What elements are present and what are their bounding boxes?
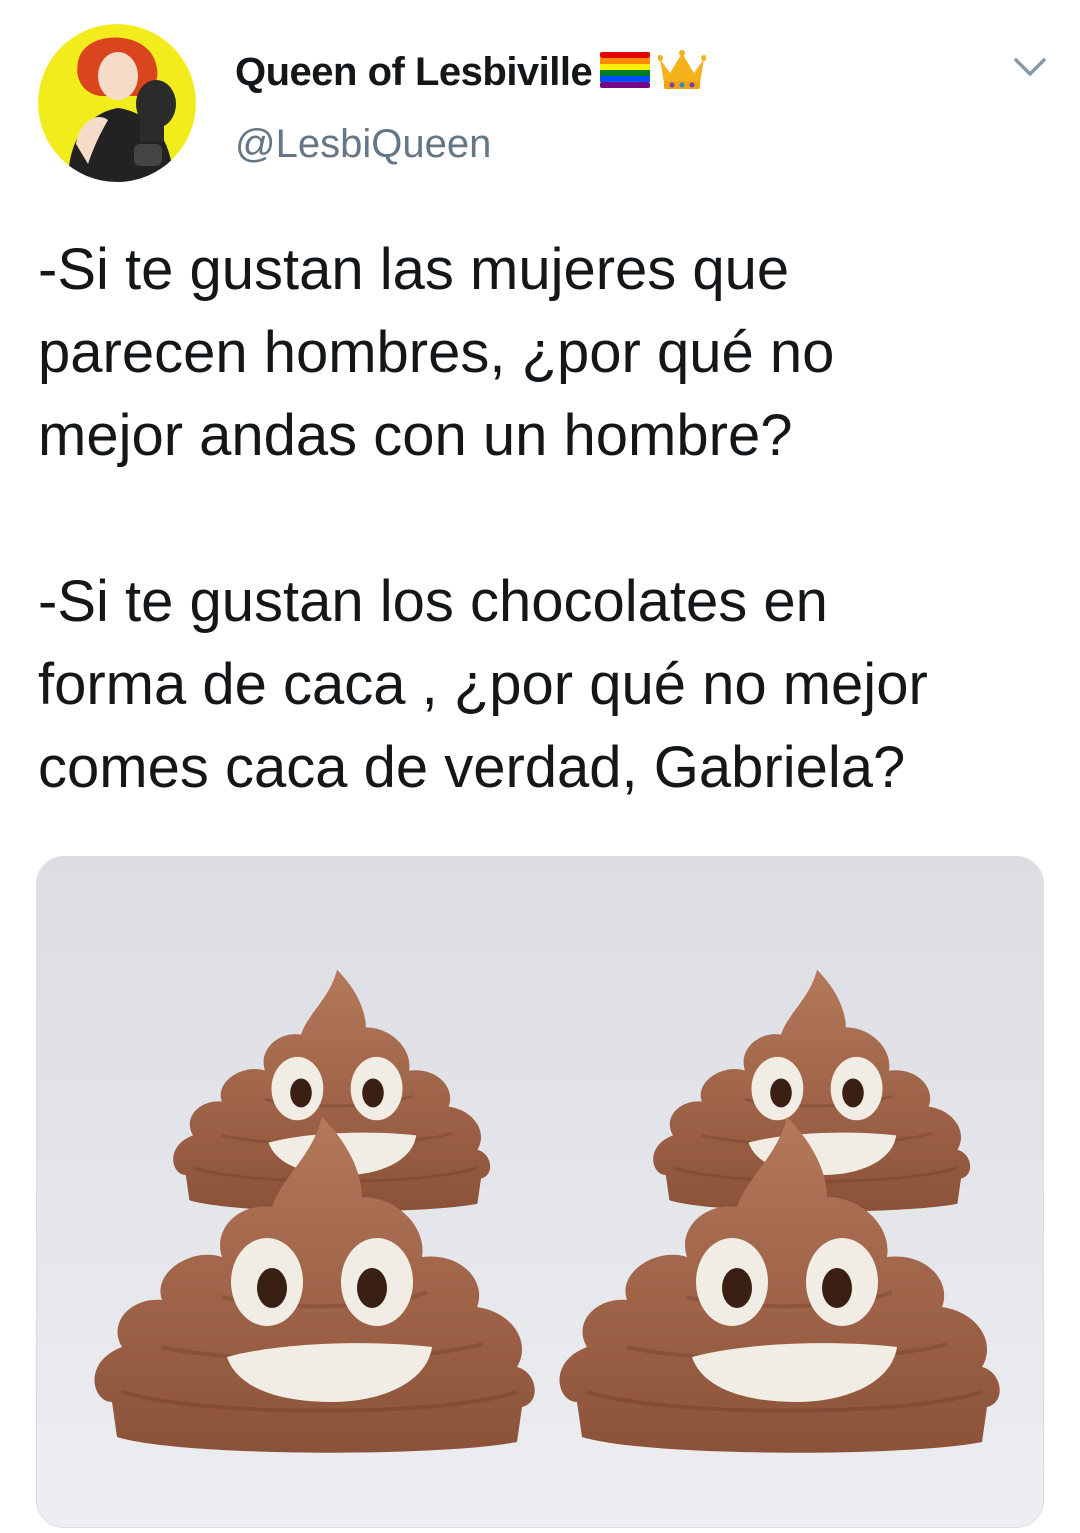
rainbow-flag-icon [600, 51, 651, 93]
avatar[interactable] [38, 24, 196, 182]
handle[interactable]: @LesbiQueen [235, 122, 706, 167]
tweet-paragraph: -Si te gustan los chocolates en forma de… [38, 569, 928, 800]
tweet-header: Queen of Lesbiville @LesbiQueen [0, 0, 1080, 200]
crown-icon [657, 49, 708, 96]
chevron-down-icon[interactable] [1010, 52, 1050, 82]
display-name[interactable]: Queen of Lesbiville [235, 50, 593, 95]
tweet-paragraph: -Si te gustan las mujeres que parecen ho… [38, 237, 835, 468]
author-block: Queen of Lesbiville @LesbiQueen [235, 44, 708, 167]
avatar-image [38, 24, 196, 182]
chocolate-poop-photo [37, 857, 1043, 1527]
tweet-media-photo[interactable] [36, 856, 1044, 1528]
display-name-row: Queen of Lesbiville [235, 44, 708, 100]
tweet-text: -Si te gustan las mujeres que parecen ho… [38, 228, 1048, 809]
